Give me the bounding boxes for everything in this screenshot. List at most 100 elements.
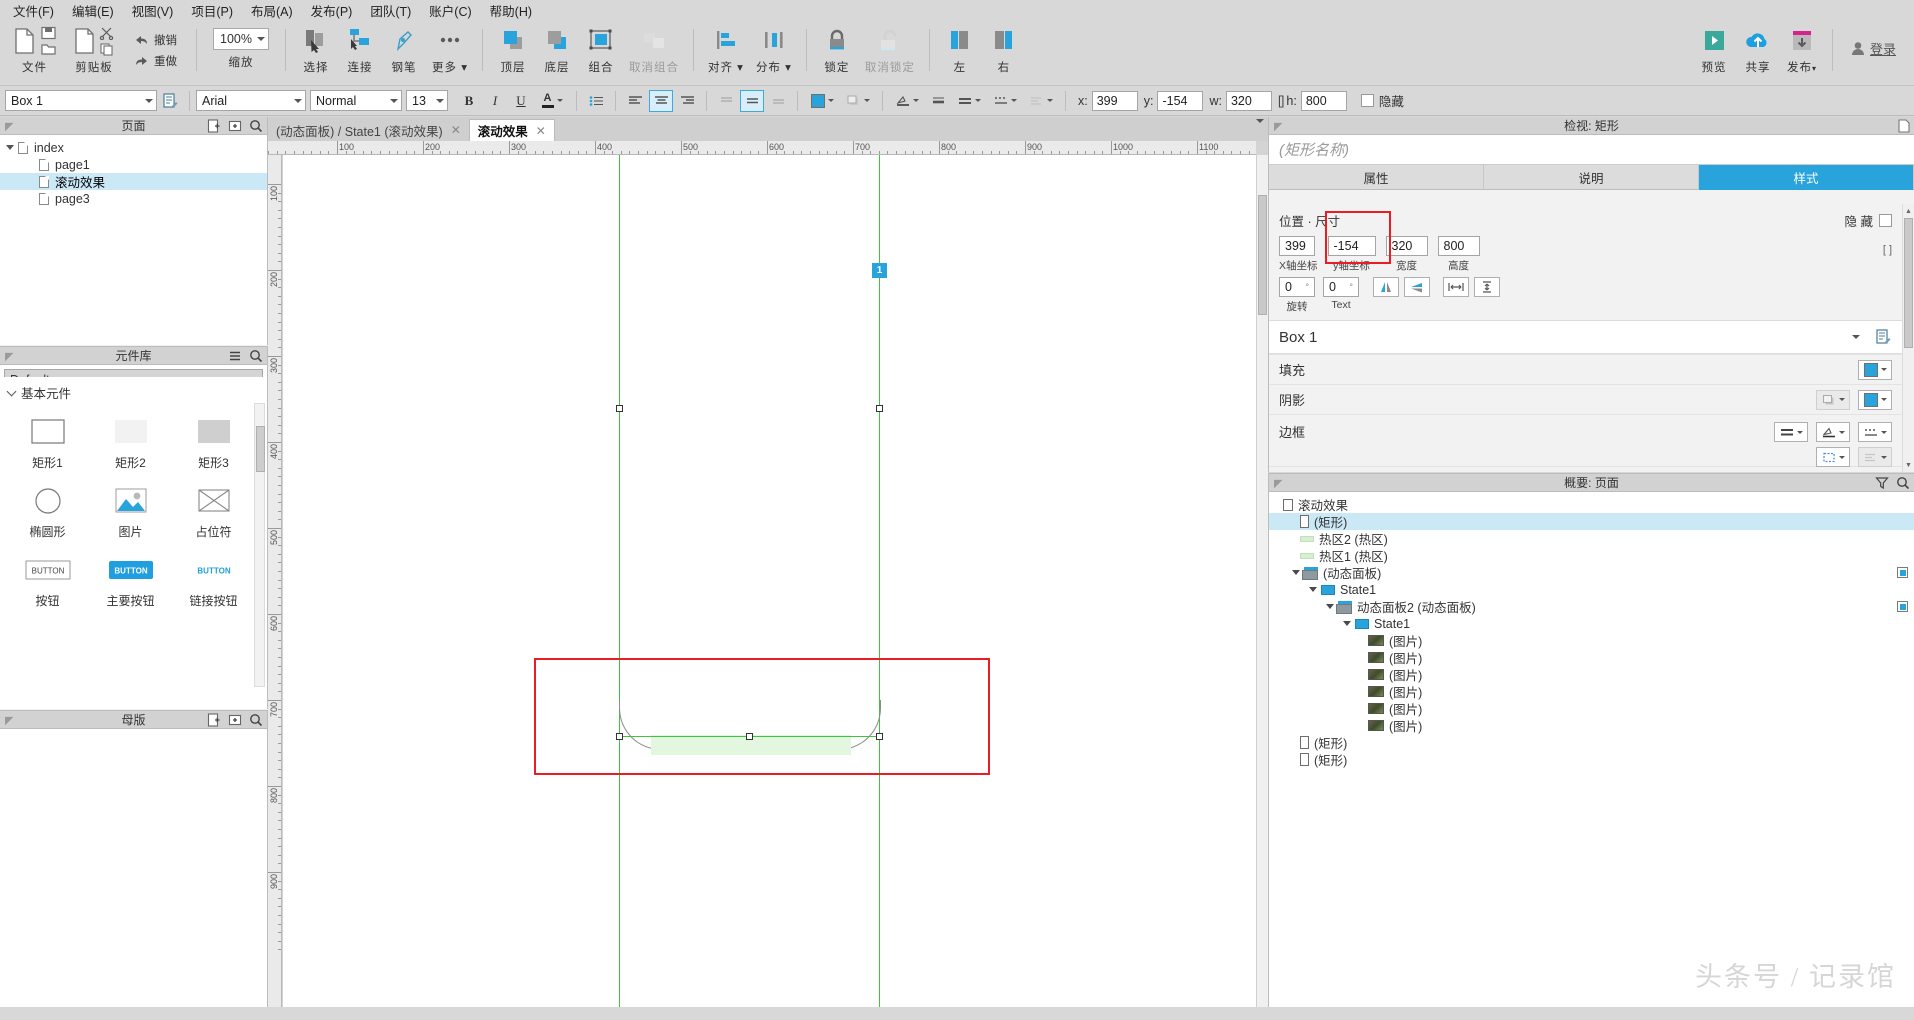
chevron-down-icon[interactable] xyxy=(556,99,563,102)
library-scroll-thumb[interactable] xyxy=(256,426,265,472)
chevron-down-icon[interactable] xyxy=(827,99,834,102)
library-item[interactable]: 椭圆形 xyxy=(6,477,89,546)
resize-handle-middle-left[interactable] xyxy=(616,405,623,412)
align-button[interactable]: 对齐 ▾ xyxy=(702,21,750,75)
arrow-style-button[interactable] xyxy=(1024,90,1058,112)
page-tree-item[interactable]: 滚动效果 xyxy=(0,173,267,190)
search-icon[interactable] xyxy=(249,713,263,727)
widget-name-field[interactable]: (矩形名称) xyxy=(1269,135,1914,165)
font-size-select[interactable]: 13 xyxy=(406,90,448,111)
resize-handle-middle-right[interactable] xyxy=(876,405,883,412)
menu-view[interactable]: 视图(V) xyxy=(123,0,183,23)
publish-button[interactable]: 发布▾ xyxy=(1780,21,1824,75)
page-note-icon[interactable] xyxy=(1898,119,1910,133)
line-style-button[interactable] xyxy=(952,90,986,112)
chevron-down-icon[interactable] xyxy=(1838,398,1845,401)
canvas-tab[interactable]: 滚动效果 ✕ xyxy=(468,119,555,141)
outline-tree-item[interactable]: (动态面板) xyxy=(1269,564,1914,581)
connect-button[interactable]: 连接 xyxy=(338,21,382,75)
pen-button[interactable]: 钢笔 xyxy=(382,21,426,75)
shadow-button[interactable] xyxy=(841,90,875,112)
collapse-panel-icon[interactable]: ◤ xyxy=(1274,477,1282,490)
chevron-down-icon[interactable] xyxy=(1880,455,1887,459)
visibility-checkbox[interactable] xyxy=(1897,601,1908,612)
inspector-tab-说明[interactable]: 说明 xyxy=(1484,165,1699,190)
filter-icon[interactable] xyxy=(1875,476,1889,490)
font-style-select[interactable]: Normal xyxy=(310,90,402,111)
expand-triangle-icon[interactable] xyxy=(1343,621,1351,626)
inspector-tab-属性[interactable]: 属性 xyxy=(1269,165,1484,190)
hide-checkbox[interactable] xyxy=(1879,214,1892,227)
width-input[interactable]: 320 xyxy=(1385,236,1428,256)
group-button[interactable]: 组合 xyxy=(579,21,623,75)
align-right-button[interactable] xyxy=(675,90,699,112)
outline-tree-item[interactable]: (矩形) xyxy=(1269,751,1914,768)
fit-height-button[interactable] xyxy=(1474,277,1500,297)
unlock-button[interactable]: 取消锁定 xyxy=(859,21,921,75)
valign-bottom-button[interactable] xyxy=(766,90,790,112)
resize-handle-bottom-right[interactable] xyxy=(876,733,883,740)
add-page-icon[interactable] xyxy=(207,119,221,133)
select-button[interactable]: 选择 xyxy=(294,21,338,75)
menu-project[interactable]: 项目(P) xyxy=(182,0,242,23)
menu-team[interactable]: 团队(T) xyxy=(361,0,420,23)
chevron-down-icon[interactable] xyxy=(1046,99,1053,102)
height-input[interactable]: 800 xyxy=(1437,236,1480,256)
search-icon[interactable] xyxy=(1896,476,1910,490)
guide-badge[interactable]: 1 xyxy=(872,263,887,278)
outline-tree-item[interactable]: (图片) xyxy=(1269,649,1914,666)
chevron-down-icon[interactable] xyxy=(1880,368,1887,371)
line-width-button[interactable] xyxy=(926,90,950,112)
preview-button[interactable]: 预览 xyxy=(1692,21,1736,75)
page-tree-item[interactable]: index xyxy=(0,139,267,156)
scroll-up-icon[interactable]: ▲ xyxy=(1904,206,1913,216)
menu-edit[interactable]: 编辑(E) xyxy=(63,0,123,23)
redo-button[interactable]: 重做 xyxy=(131,52,180,70)
library-item[interactable]: 矩形3 xyxy=(172,408,255,477)
expand-triangle-icon[interactable] xyxy=(1309,587,1317,592)
expand-triangle-icon[interactable] xyxy=(6,145,14,150)
align-left-button[interactable] xyxy=(623,90,647,112)
border-arrow-button[interactable] xyxy=(1858,447,1892,467)
chevron-down-icon[interactable] xyxy=(1852,335,1860,339)
outline-tree-item[interactable]: (图片) xyxy=(1269,683,1914,700)
chevron-down-icon[interactable] xyxy=(1010,99,1017,102)
outline-tree-item[interactable]: 动态面板2 (动态面板) xyxy=(1269,598,1914,615)
flip-horizontal-button[interactable] xyxy=(1373,277,1399,297)
right-button[interactable]: 右 xyxy=(982,21,1026,75)
chevron-down-icon[interactable] xyxy=(1880,398,1887,401)
x-input[interactable]: 399 xyxy=(1279,236,1315,256)
widget-style-editor-button[interactable] xyxy=(158,90,182,112)
library-item[interactable]: 图片 xyxy=(89,477,172,546)
page-tree-item[interactable]: page1 xyxy=(0,156,267,173)
chevron-down-icon[interactable] xyxy=(1838,430,1845,434)
search-icon[interactable] xyxy=(249,119,263,133)
menu-layout[interactable]: 布局(A) xyxy=(242,0,302,23)
valign-top-button[interactable] xyxy=(714,90,738,112)
hide-checkbox[interactable] xyxy=(1360,94,1374,107)
flip-vertical-button[interactable] xyxy=(1404,277,1430,297)
chevron-down-icon[interactable] xyxy=(294,98,302,103)
corner-radius-input[interactable]: 0 xyxy=(1806,471,1848,472)
align-center-button[interactable] xyxy=(649,89,673,112)
collapse-panel-icon[interactable]: ◤ xyxy=(1274,120,1282,133)
border-style-button[interactable] xyxy=(1858,422,1892,442)
add-master-icon[interactable] xyxy=(207,713,221,727)
outline-tree-item[interactable]: (图片) xyxy=(1269,717,1914,734)
italic-button[interactable]: I xyxy=(483,90,507,112)
outline-tree-item[interactable]: 热区2 (热区) xyxy=(1269,530,1914,547)
style-editor-icon[interactable] xyxy=(1876,329,1892,345)
chevron-down-icon[interactable] xyxy=(863,99,870,102)
bring-to-front-button[interactable]: 顶层 xyxy=(491,21,535,75)
outline-tree-item[interactable]: 滚动效果 xyxy=(1269,496,1914,513)
library-item[interactable]: 矩形2 xyxy=(89,408,172,477)
chevron-down-icon[interactable] xyxy=(1256,119,1264,123)
corner-shape-button[interactable] xyxy=(1858,471,1892,472)
w-input[interactable] xyxy=(1225,90,1272,111)
lock-button[interactable]: 锁定 xyxy=(815,21,859,75)
border-sides-button[interactable] xyxy=(1816,447,1850,467)
outline-tree-item[interactable]: (图片) xyxy=(1269,632,1914,649)
border-width-button[interactable] xyxy=(1774,422,1808,442)
chevron-down-icon[interactable] xyxy=(390,98,398,103)
add-folder-icon[interactable] xyxy=(228,713,242,727)
